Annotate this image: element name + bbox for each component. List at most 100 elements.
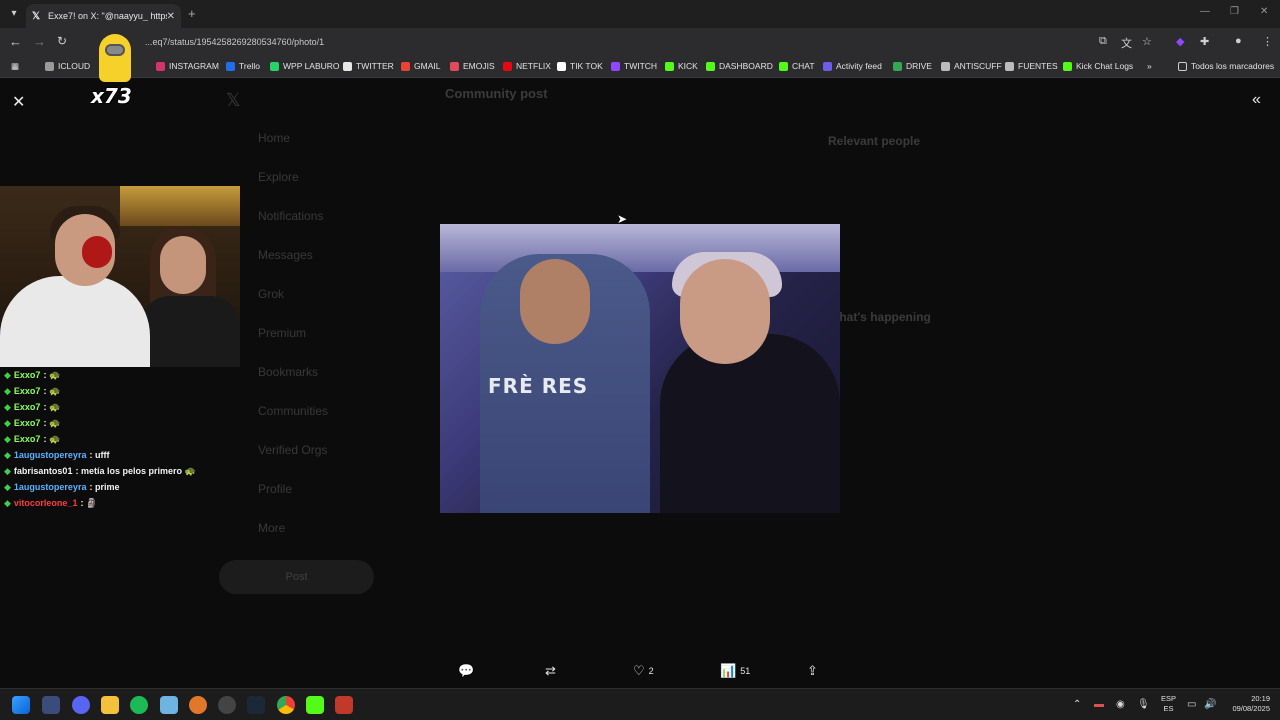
repost-icon[interactable]: ⇄: [545, 663, 556, 679]
profile-avatar-icon[interactable]: ●: [1235, 35, 1242, 47]
share-icon[interactable]: ⇪: [807, 663, 818, 679]
bookmark-trello[interactable]: Trello: [226, 61, 260, 71]
obs-icon[interactable]: [218, 696, 236, 714]
chat-username[interactable]: Exxo7: [14, 386, 41, 396]
start-windows-icon[interactable]: [12, 696, 30, 714]
tab-close-icon[interactable]: ✕: [167, 11, 175, 22]
bookmark-drive[interactable]: DRIVE: [893, 61, 932, 71]
tray-chevron-icon[interactable]: ⌃: [1073, 699, 1081, 710]
post-photo[interactable]: FRÈ RES: [440, 224, 840, 513]
chat-username[interactable]: 1augustopereyra: [14, 482, 87, 492]
bookmark-kick[interactable]: KICK: [665, 61, 698, 71]
back-button[interactable]: ←: [9, 34, 22, 49]
bookmark-tik-tok[interactable]: TIK TOK: [557, 61, 603, 71]
tray-app-icon[interactable]: ◉: [1116, 699, 1125, 710]
stream-chat-overlay: ◆ Exxo7: 🐢 ◆ Exxo7: 🐢 ◆ Exxo7: 🐢 ◆ Exxo7: 🐢 ◆ Exx…: [0, 367, 240, 511]
bookmark-icloud[interactable]: ICLOUD: [45, 61, 90, 71]
kick-icon[interactable]: [306, 696, 324, 714]
chat-message: ◆ vitocorleone_1: 🗿: [4, 497, 98, 509]
more-bookmarks-icon[interactable]: »: [1147, 61, 1152, 71]
bookmark-gmail[interactable]: GMAIL: [401, 61, 440, 71]
bookmark-instagram[interactable]: INSTAGRAM: [156, 61, 219, 71]
chat-message: ◆ Exxo7: 🐢: [4, 369, 61, 381]
views-button[interactable]: 📊 51: [720, 663, 750, 679]
forward-button[interactable]: →: [33, 34, 46, 49]
new-tab-button[interactable]: +: [188, 6, 196, 21]
system-clock[interactable]: 20:19 09/08/2025: [1222, 694, 1270, 714]
translate-icon[interactable]: 文: [1121, 35, 1132, 51]
headphones-icon: [82, 236, 112, 268]
menu-kebab-icon[interactable]: ⋮: [1262, 35, 1273, 48]
minimize-button[interactable]: —: [1200, 6, 1210, 17]
close-window-button[interactable]: ✕: [1260, 6, 1268, 17]
x-logo-icon: 𝕏: [32, 10, 41, 22]
reply-icon[interactable]: 💬: [458, 663, 474, 679]
apps-grid-icon[interactable]: ▦: [11, 61, 19, 72]
bg-nav-item: More: [258, 521, 286, 535]
app-icon[interactable]: [189, 696, 207, 714]
language-indicator[interactable]: ESP ES: [1161, 694, 1176, 714]
bookmark-star-icon[interactable]: ☆: [1142, 35, 1152, 48]
chat-username[interactable]: Exxo7: [14, 370, 41, 380]
file-explorer-icon[interactable]: [101, 696, 119, 714]
url-field[interactable]: ...eq7/status/1954258269280534760/photo/…: [145, 37, 324, 47]
collapse-panel-button[interactable]: «: [1252, 91, 1261, 109]
post-actions: 💬 ⇄ ♡ 2 📊 51 ⇪: [0, 658, 1280, 688]
whats-happening-heading: What's happening: [828, 310, 931, 324]
mouse-cursor-icon: ➤: [617, 212, 628, 226]
bookmark-fuentes[interactable]: FUENTES: [1005, 61, 1058, 71]
microphone-icon[interactable]: 🎙: [1137, 699, 1150, 710]
bookmark-twitter[interactable]: TWITTER: [343, 61, 394, 71]
bookmark-favicon-icon: [611, 61, 620, 71]
chat-badge-icon: ◆: [4, 497, 11, 508]
post-button: Post: [219, 560, 374, 594]
chat-username[interactable]: Exxo7: [14, 434, 41, 444]
bar-chart-icon: 📊: [720, 663, 737, 678]
chat-message: ◆ Exxo7: 🐢: [4, 385, 61, 397]
bookmark-activity-feed[interactable]: Activity feed: [823, 61, 882, 71]
bookmark-favicon-icon: [1005, 61, 1014, 71]
bookmark-favicon-icon: [503, 61, 512, 71]
tab-active[interactable]: 𝕏 Exxe7! on X: "@naayyu_ https:// ✕: [26, 4, 181, 28]
bg-nav-item: Communities: [258, 404, 329, 418]
app-icon[interactable]: [42, 696, 60, 714]
chat-text: prime: [94, 482, 120, 492]
extensions-puzzle-icon[interactable]: ✚: [1200, 35, 1209, 48]
chrome-icon[interactable]: [277, 696, 295, 714]
bookmark-netflix[interactable]: NETFLIX: [503, 61, 551, 71]
bookmark-emojis[interactable]: EMOJIS: [450, 61, 495, 71]
network-icon[interactable]: ▭: [1187, 699, 1196, 710]
bookmark-wpp-laburo[interactable]: WPP LABURO: [270, 61, 340, 71]
install-app-icon[interactable]: ⧉: [1099, 35, 1107, 48]
heart-icon: ♡: [633, 663, 645, 678]
all-bookmarks-folder[interactable]: Todos los marcadores: [1178, 61, 1274, 71]
like-button[interactable]: ♡ 2: [633, 663, 654, 679]
notepad-icon[interactable]: [160, 696, 178, 714]
chat-username[interactable]: 1augustopereyra: [14, 450, 87, 460]
reload-button[interactable]: ↻: [57, 34, 67, 48]
chat-username[interactable]: vitocorleone_1: [14, 498, 78, 508]
steam-icon[interactable]: [247, 696, 265, 714]
bookmark-chat[interactable]: CHAT: [779, 61, 815, 71]
maximize-button[interactable]: ❐: [1230, 6, 1239, 17]
chat-username[interactable]: fabrisantos01: [14, 466, 73, 476]
bookmark-antiscuff[interactable]: ANTISCUFF: [941, 61, 1002, 71]
chat-username[interactable]: Exxo7: [14, 418, 41, 428]
mixer-app-icon[interactable]: [335, 696, 353, 714]
tab-search-icon[interactable]: ▾: [6, 6, 22, 22]
bookmark-twitch[interactable]: TWITCH: [611, 61, 657, 71]
volume-icon[interactable]: 🔊: [1204, 699, 1216, 710]
bookmark-favicon-icon: [226, 61, 235, 71]
view-count: 51: [740, 666, 751, 676]
chat-badge-icon: ◆: [4, 417, 11, 428]
extension-icon[interactable]: ◆: [1176, 35, 1184, 48]
spotify-icon[interactable]: [130, 696, 148, 714]
shirt-text: FRÈ RES: [488, 374, 589, 398]
bookmark-dashboard[interactable]: DASHBOARD: [706, 61, 773, 71]
tray-app-icon[interactable]: ▬: [1094, 699, 1104, 710]
close-viewer-button[interactable]: ✕: [12, 92, 25, 112]
discord-icon[interactable]: [72, 696, 90, 714]
chat-username[interactable]: Exxo7: [14, 402, 41, 412]
bg-nav-item: Verified Orgs: [258, 443, 328, 457]
bookmark-kick-chat-logs[interactable]: Kick Chat Logs: [1063, 61, 1133, 71]
